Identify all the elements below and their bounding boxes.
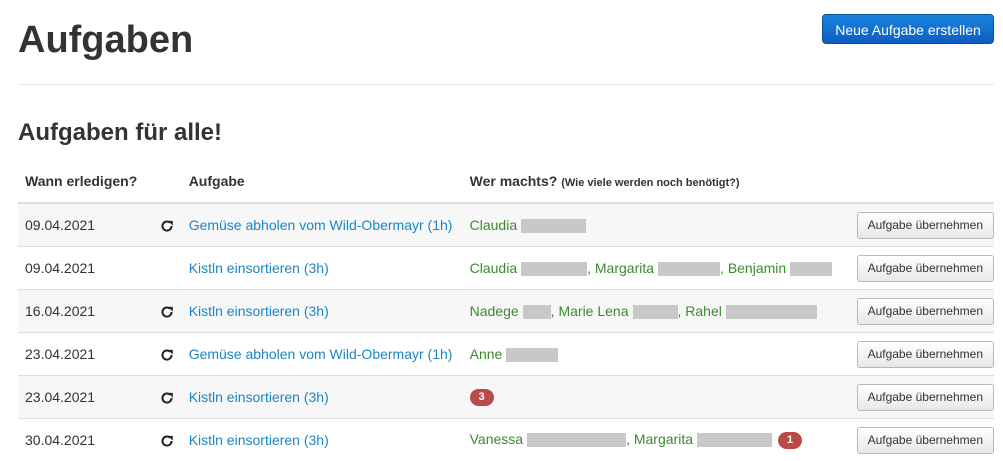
table-row: 16.04.2021 Kistln einsortieren (3h) Nadege… <box>18 290 994 333</box>
task-date: 23.04.2021 <box>18 376 145 419</box>
needed-count-badge: 3 <box>470 389 494 406</box>
tasks-table-body: 09.04.2021 Gemüse abholen vom Wild-Oberma… <box>18 203 994 461</box>
take-task-button[interactable]: Aufgabe übernehmen <box>857 384 994 411</box>
tasks-table: Wann erledigen? Aufgabe Wer machts? (Wie… <box>18 160 994 461</box>
redacted-surname <box>697 433 772 447</box>
take-task-button[interactable]: Aufgabe übernehmen <box>857 341 994 368</box>
needed-count-badge: 1 <box>778 432 802 449</box>
assignee-name: Marie Lena <box>558 303 628 319</box>
assignee-name: Margarita <box>595 260 654 276</box>
redacted-surname <box>633 305 678 319</box>
recurring-cell <box>145 247 182 290</box>
redacted-surname <box>521 219 586 233</box>
page-title: Aufgaben <box>18 18 193 62</box>
task-link[interactable]: Kistln einsortieren (3h) <box>189 432 329 448</box>
assignee-name: Margarita <box>634 431 693 447</box>
column-header-who-label: Wer machts? <box>470 173 558 189</box>
assignee-name: Benjamin <box>728 260 786 276</box>
refresh-icon <box>160 434 174 448</box>
column-header-who-hint: (Wie viele werden noch benötigt?) <box>561 177 739 189</box>
task-date: 16.04.2021 <box>18 290 145 333</box>
refresh-icon <box>160 391 174 405</box>
redacted-surname <box>506 348 558 362</box>
assignees-cell: Vanessa, Margarita 1 <box>463 419 850 461</box>
assignee-separator: , <box>720 260 728 276</box>
assignee-name: Nadege <box>470 303 519 319</box>
task-link[interactable]: Kistln einsortieren (3h) <box>189 303 329 319</box>
table-row: 30.04.2021 Kistln einsortieren (3h) Vaness… <box>18 419 994 461</box>
assignees-cell: Anne <box>463 333 850 376</box>
recurring-cell <box>145 376 182 419</box>
refresh-icon <box>160 305 174 319</box>
assignee-separator: , <box>587 260 595 276</box>
assignees-cell: Claudia <box>463 203 850 247</box>
take-task-button[interactable]: Aufgabe übernehmen <box>857 298 994 325</box>
task-date: 23.04.2021 <box>18 333 145 376</box>
assignee-name: Claudia <box>470 217 517 233</box>
create-task-button[interactable]: Neue Aufgabe erstellen <box>822 14 994 44</box>
task-link[interactable]: Kistln einsortieren (3h) <box>189 389 329 405</box>
take-task-button[interactable]: Aufgabe übernehmen <box>857 212 994 239</box>
assignees-cell: Claudia, Margarita, Benjamin <box>463 247 850 290</box>
redacted-surname <box>523 305 551 319</box>
assignees-cell: 3 <box>463 376 850 419</box>
table-header-row: Wann erledigen? Aufgabe Wer machts? (Wie… <box>18 160 994 203</box>
task-link[interactable]: Gemüse abholen vom Wild-Obermayr (1h) <box>189 217 453 233</box>
task-link[interactable]: Kistln einsortieren (3h) <box>189 260 329 276</box>
redacted-surname <box>726 305 817 319</box>
task-date: 30.04.2021 <box>18 419 145 461</box>
task-link[interactable]: Gemüse abholen vom Wild-Obermayr (1h) <box>189 346 453 362</box>
recurring-cell <box>145 419 182 461</box>
column-header-action <box>850 160 994 203</box>
table-row: 23.04.2021 Gemüse abholen vom Wild-Oberma… <box>18 333 994 376</box>
take-task-button[interactable]: Aufgabe übernehmen <box>857 255 994 282</box>
task-date: 09.04.2021 <box>18 247 145 290</box>
assignee-name: Anne <box>470 346 503 362</box>
section-title: Aufgaben für alle! <box>18 118 222 148</box>
assignee-name: Vanessa <box>470 431 523 447</box>
redacted-surname <box>658 262 720 276</box>
assignee-name: Rahel <box>685 303 722 319</box>
refresh-icon <box>160 348 174 362</box>
recurring-cell <box>145 290 182 333</box>
recurring-cell <box>145 203 182 247</box>
column-header-task: Aufgabe <box>182 160 463 203</box>
redacted-surname <box>790 262 832 276</box>
table-row: 23.04.2021 Kistln einsortieren (3h) 3 Aufga… <box>18 376 994 419</box>
take-task-button[interactable]: Aufgabe übernehmen <box>857 427 994 454</box>
assignee-name: Claudia <box>470 260 517 276</box>
table-row: 09.04.2021 Gemüse abholen vom Wild-Oberma… <box>18 203 994 247</box>
assignee-separator: , <box>626 431 634 447</box>
refresh-icon <box>160 219 174 233</box>
column-header-when: Wann erledigen? <box>18 160 182 203</box>
table-row: 09.04.2021 Kistln einsortieren (3h) Claudi… <box>18 247 994 290</box>
assignees-cell: Nadege, Marie Lena, Rahel <box>463 290 850 333</box>
redacted-surname <box>521 262 587 276</box>
redacted-surname <box>527 433 626 447</box>
column-header-who: Wer machts? (Wie viele werden noch benöt… <box>463 160 850 203</box>
recurring-cell <box>145 333 182 376</box>
header-divider <box>18 84 994 85</box>
task-date: 09.04.2021 <box>18 203 145 247</box>
